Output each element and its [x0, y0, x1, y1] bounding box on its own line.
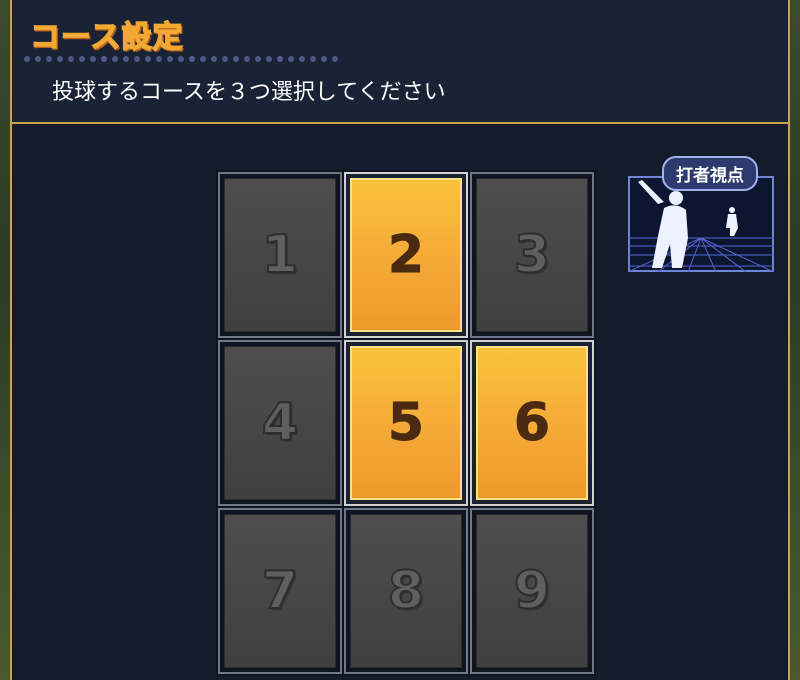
batter-view-button[interactable]: 打者視点 — [628, 156, 778, 276]
course-cell-label: 9 — [476, 514, 588, 668]
panel-header: コース設定 投球するコースを３つ選択してください — [12, 0, 788, 124]
course-cell-label: 1 — [224, 178, 336, 332]
course-cell-label: 7 — [224, 514, 336, 668]
batter-view-label: 打者視点 — [662, 156, 758, 191]
course-cell-8[interactable]: 8 — [344, 508, 468, 674]
course-cell-5[interactable]: 5 — [344, 340, 468, 506]
course-cell-label: 6 — [476, 346, 588, 500]
instruction-text: 投球するコースを３つ選択してください — [52, 80, 446, 105]
course-cell-label: 3 — [476, 178, 588, 332]
course-cell-2[interactable]: 2 — [344, 172, 468, 338]
course-cell-label: 5 — [350, 346, 462, 500]
course-cell-label: 2 — [350, 178, 462, 332]
title-dots-decoration — [24, 56, 338, 62]
course-cell-1[interactable]: 1 — [218, 172, 342, 338]
course-settings-panel: コース設定 投球するコースを３つ選択してください 1 2 3 4 5 6 7 8… — [10, 0, 790, 680]
course-cell-6[interactable]: 6 — [470, 340, 594, 506]
course-cell-4[interactable]: 4 — [218, 340, 342, 506]
course-cell-3[interactable]: 3 — [470, 172, 594, 338]
course-cell-7[interactable]: 7 — [218, 508, 342, 674]
course-cell-label: 8 — [350, 514, 462, 668]
course-cell-label: 4 — [224, 346, 336, 500]
course-cell-9[interactable]: 9 — [470, 508, 594, 674]
course-grid: 1 2 3 4 5 6 7 8 9 — [216, 170, 596, 676]
panel-title: コース設定 — [29, 19, 184, 56]
